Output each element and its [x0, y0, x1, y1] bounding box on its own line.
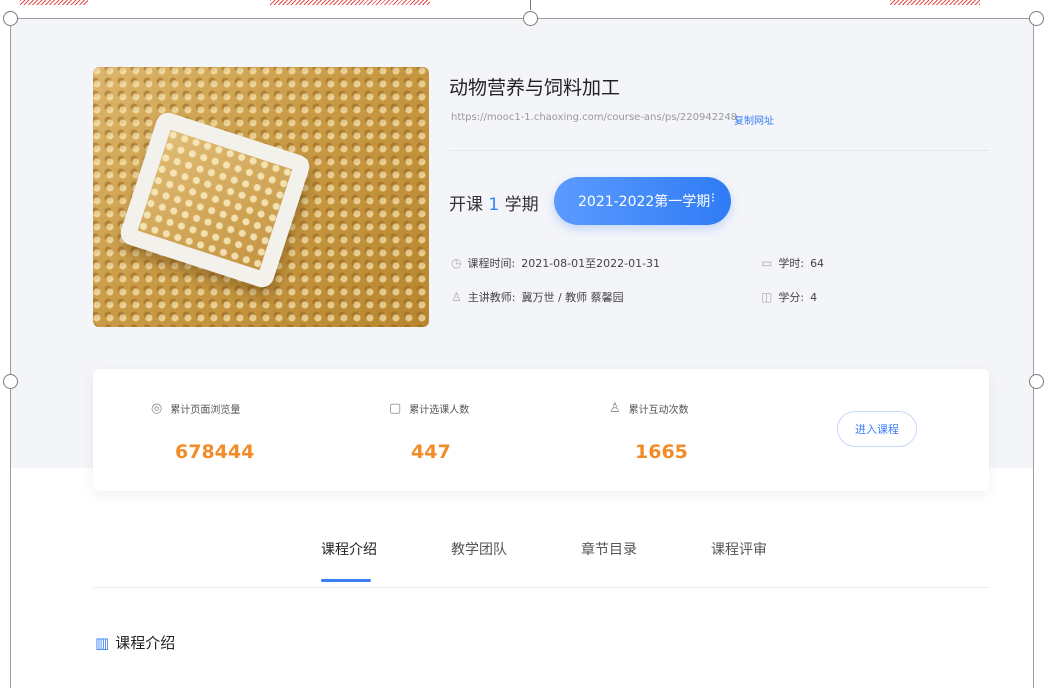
interaction-icon: ♙ [609, 401, 621, 416]
stat-page-views-label: ◎ 累计页面浏览量 [151, 401, 240, 416]
tab-course-intro[interactable]: 课程介绍 [321, 539, 377, 559]
enter-course-button[interactable]: 进入课程 [837, 411, 917, 447]
user-icon: ♙ [451, 290, 462, 304]
course-cover-image [93, 67, 429, 327]
open-term-suffix: 学期 [504, 195, 539, 215]
course-teacher: ♙ 主讲教师: 冀万世 / 教师 蔡馨园 [451, 289, 624, 305]
section-title: ▥ 课程介绍 [95, 632, 175, 653]
course-tabs: 课程介绍 教学团队 章节目录 课程评审 [11, 539, 1033, 588]
course-url: https://mooc1-1.chaoxing.com/course-ans/… [451, 112, 738, 123]
term-select-label: 2021-2022第一学期 [578, 194, 711, 210]
enroll-icon: ▢ [389, 401, 402, 416]
selected-image-frame[interactable]: 动物营养与饲料加工 https://mooc1-1.chaoxing.com/c… [10, 18, 1034, 688]
calendar-icon: ▭ [761, 256, 773, 270]
stat-interactions-value: 1665 [635, 441, 688, 463]
header-divider [449, 150, 989, 151]
stat-interactions-label: ♙ 累计互动次数 [609, 401, 689, 416]
stats-card: ◎ 累计页面浏览量 678444 ▢ 累计选课人数 447 ♙ 累计互动次数 1… [93, 369, 989, 491]
spellcheck-underline [890, 0, 980, 5]
rotate-handle-stem [530, 0, 531, 10]
course-teacher-label: 主讲教师: [467, 291, 516, 304]
course-hours-label: 学时: [778, 257, 805, 270]
stat-page-views-text: 累计页面浏览量 [170, 405, 241, 416]
building-icon: ▥ [95, 633, 110, 652]
resize-handle-middle-left[interactable] [3, 374, 18, 389]
open-term-count: 开课 1 学期 [449, 190, 539, 215]
credit-icon: ◫ [761, 290, 773, 304]
section-title-text: 课程介绍 [115, 634, 176, 652]
course-credit-value: 4 [810, 290, 818, 304]
cover-soybean-bowl [117, 109, 313, 291]
course-hours-value: 64 [810, 256, 825, 270]
course-time: ◷ 课程时间: 2021-08-01至2022-01-31 [451, 255, 660, 271]
tabs-divider [93, 587, 989, 588]
stat-page-views-value: 678444 [175, 441, 255, 463]
resize-handle-top-left[interactable] [3, 11, 18, 26]
dropdown-icon: ⁝ [710, 191, 715, 206]
stat-enrolled-text: 累计选课人数 [409, 405, 470, 416]
course-hours: ▭ 学时: 64 [761, 255, 824, 271]
term-select[interactable]: 2021-2022第一学期 ⁝ [554, 177, 731, 225]
course-header: 动物营养与饲料加工 https://mooc1-1.chaoxing.com/c… [11, 19, 1033, 491]
stat-interactions-text: 累计互动次数 [628, 405, 689, 416]
spellcheck-underline [20, 0, 88, 5]
clock-icon: ◷ [451, 256, 462, 270]
tab-chapter-list[interactable]: 章节目录 [581, 539, 637, 559]
open-term-number: 1 [488, 195, 500, 215]
copy-url-link[interactable]: 复制网址 [734, 112, 774, 127]
resize-handle-top-right[interactable] [1029, 11, 1044, 26]
resize-handle-middle-right[interactable] [1029, 374, 1044, 389]
course-credit-label: 学分: [778, 291, 805, 304]
course-title: 动物营养与饲料加工 [449, 77, 621, 99]
active-tab-indicator [321, 579, 371, 582]
spellcheck-underline [270, 0, 430, 5]
course-time-label: 课程时间: [467, 257, 516, 270]
eye-icon: ◎ [151, 401, 163, 416]
stat-enrolled-label: ▢ 累计选课人数 [389, 401, 469, 416]
course-credit: ◫ 学分: 4 [761, 289, 817, 305]
resize-handle-top-middle[interactable] [523, 11, 538, 26]
tab-course-review[interactable]: 课程评审 [711, 539, 767, 559]
stat-enrolled-value: 447 [411, 441, 451, 463]
tab-teaching-team[interactable]: 教学团队 [451, 539, 507, 559]
course-time-value: 2021-08-01至2022-01-31 [521, 257, 661, 270]
open-term-prefix: 开课 [449, 195, 483, 215]
course-teacher-value: 冀万世 / 教师 蔡馨园 [521, 291, 624, 304]
